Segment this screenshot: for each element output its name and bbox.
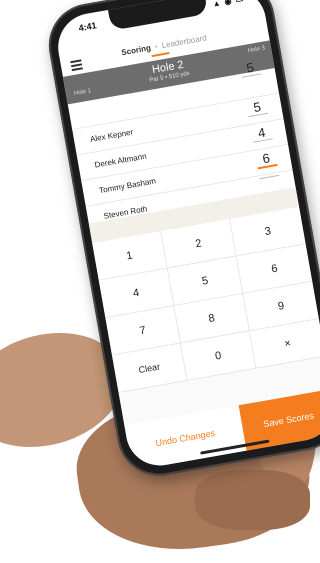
- phone-wrap: 4:41 ▲ ◉ ▭ Scoring • Leaderboard Hole 1 …: [0, 0, 320, 517]
- player-name: Tommy Basham: [98, 176, 157, 196]
- player-name: Alex Kepner: [89, 127, 134, 144]
- phone-device: 4:41 ▲ ◉ ▭ Scoring • Leaderboard Hole 1 …: [42, 0, 320, 483]
- score-field[interactable]: 4: [250, 123, 273, 143]
- status-icons: ▲ ◉ ▭: [211, 0, 245, 9]
- score-field-selected[interactable]: 6: [254, 149, 278, 170]
- score-field[interactable]: 5: [239, 58, 262, 78]
- tab-scoring[interactable]: Scoring: [121, 43, 152, 57]
- active-tab-indicator: [151, 51, 170, 58]
- tab-separator: •: [154, 41, 159, 52]
- phone-screen: 4:41 ▲ ◉ ▭ Scoring • Leaderboard Hole 1 …: [52, 0, 320, 471]
- player-name: Derek Altmann: [93, 151, 148, 170]
- status-time: 4:41: [77, 20, 98, 34]
- score-field[interactable]: [259, 174, 280, 180]
- tab-leaderboard[interactable]: Leaderboard: [161, 33, 207, 50]
- score-field[interactable]: 5: [245, 97, 269, 118]
- number-keypad: 1 2 3 4 5 6 7 8 9 Clear 0 ×: [88, 187, 320, 426]
